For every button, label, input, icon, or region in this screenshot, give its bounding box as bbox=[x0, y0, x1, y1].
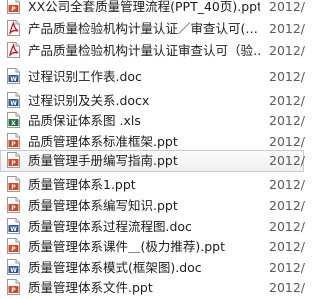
file-date: 2012/ bbox=[269, 177, 306, 192]
doc-file-icon: W bbox=[7, 259, 20, 275]
svg-text:P: P bbox=[11, 205, 16, 212]
file-date: 2012/ bbox=[269, 93, 306, 108]
svg-text:P: P bbox=[11, 141, 16, 148]
ppt-file-icon: P bbox=[7, 197, 20, 213]
file-row[interactable]: X 品质保证体系图 .xls 2012/ bbox=[0, 110, 306, 132]
file-row[interactable]: P 质量管理体系课件＿(极力推荐).ppt 2012/ bbox=[0, 236, 306, 258]
file-date: 2012/ bbox=[269, 134, 306, 149]
file-name: 质量管理体系模式(框架图).doc bbox=[28, 260, 202, 275]
svg-text:P: P bbox=[11, 246, 16, 253]
svg-text:W: W bbox=[10, 267, 17, 274]
file-name: 质量管理体系编写知识.ppt bbox=[28, 198, 178, 213]
ppt-file-icon: P bbox=[7, 133, 20, 149]
file-name: 过程识别及关系.docx bbox=[28, 93, 150, 108]
ppt-file-icon: P bbox=[7, 152, 20, 168]
file-date: 2012/ bbox=[269, 43, 306, 58]
file-list: P XX公司全套质量管理流程(PPT_40页).ppt 2012/ 产品质量检验… bbox=[0, 0, 306, 295]
svg-text:W: W bbox=[10, 100, 17, 107]
ppt-file-icon: P bbox=[7, 0, 20, 14]
svg-text:W: W bbox=[10, 76, 17, 83]
file-date: 2012/ bbox=[269, 113, 306, 128]
file-date: 2012/ bbox=[269, 219, 306, 234]
file-row[interactable]: P 质量管理体系文件.ppt 2012/ bbox=[0, 277, 306, 299]
file-row[interactable]: P 质量管理体系编写知识.ppt 2012/ bbox=[0, 195, 306, 217]
xls-file-icon: X bbox=[7, 112, 20, 128]
svg-text:X: X bbox=[11, 120, 16, 127]
file-row[interactable]: W 质量管理体系模式(框架图).doc 2012/ bbox=[0, 257, 306, 279]
pdf-file-icon bbox=[7, 42, 20, 58]
file-name: XX公司全套质量管理流程(PPT_40页).ppt bbox=[28, 0, 260, 14]
file-date: 2012/ bbox=[269, 239, 306, 254]
svg-text:P: P bbox=[11, 287, 16, 294]
ppt-file-icon: P bbox=[7, 176, 20, 192]
file-name: 产品质量检验机构计量认证审查认可（验… bbox=[28, 43, 260, 58]
file-row-selected[interactable]: P 质量管理手册编写指南.ppt 2012/ bbox=[0, 150, 306, 172]
file-row[interactable]: 产品质量检验机构计量认证／审查认可(… 2012/ bbox=[0, 18, 306, 40]
file-row[interactable]: W 过程识别工作表.doc 2012/ bbox=[0, 66, 306, 88]
file-date: 2012/ bbox=[269, 0, 306, 14]
ppt-file-icon: P bbox=[7, 279, 20, 295]
file-name: 质量管理体系课件＿(极力推荐).ppt bbox=[28, 239, 225, 254]
file-date: 2012/ bbox=[269, 21, 306, 36]
doc-file-icon: W bbox=[7, 218, 20, 234]
file-row[interactable]: 产品质量检验机构计量认证审查认可（验… 2012/ bbox=[0, 40, 306, 62]
pdf-file-icon bbox=[7, 20, 20, 36]
file-name: 品质管理体系标准框架.ppt bbox=[28, 134, 178, 149]
file-name: 品质保证体系图 .xls bbox=[28, 113, 141, 128]
file-row[interactable]: W 质量管理体系过程流程图.doc 2012/ bbox=[0, 216, 306, 238]
file-name: 过程识别工作表.doc bbox=[28, 69, 142, 84]
ppt-file-icon: P bbox=[7, 238, 20, 254]
file-name: 质量管理体系过程流程图.doc bbox=[28, 219, 192, 234]
svg-text:P: P bbox=[11, 160, 16, 167]
file-date: 2012/ bbox=[269, 153, 306, 168]
file-date: 2012/ bbox=[269, 198, 306, 213]
svg-text:W: W bbox=[10, 226, 17, 233]
file-row[interactable]: W 过程识别及关系.docx 2012/ bbox=[0, 90, 306, 112]
svg-text:P: P bbox=[11, 184, 16, 191]
file-date: 2012/ bbox=[269, 280, 306, 295]
file-date: 2012/ bbox=[269, 260, 306, 275]
doc-file-icon: W bbox=[7, 68, 20, 84]
file-name: 产品质量检验机构计量认证／审查认可(… bbox=[28, 21, 258, 36]
file-name: 质量管理体系文件.ppt bbox=[28, 280, 153, 295]
doc-file-icon: W bbox=[7, 92, 20, 108]
svg-text:P: P bbox=[11, 6, 16, 13]
file-name: 质量管理手册编写指南.ppt bbox=[28, 153, 178, 168]
file-row[interactable]: P 质量管理体系1.ppt 2012/ bbox=[0, 174, 306, 196]
file-name: 质量管理体系1.ppt bbox=[28, 177, 136, 192]
file-row[interactable]: P XX公司全套质量管理流程(PPT_40页).ppt 2012/ bbox=[0, 0, 306, 18]
file-date: 2012/ bbox=[269, 69, 306, 84]
